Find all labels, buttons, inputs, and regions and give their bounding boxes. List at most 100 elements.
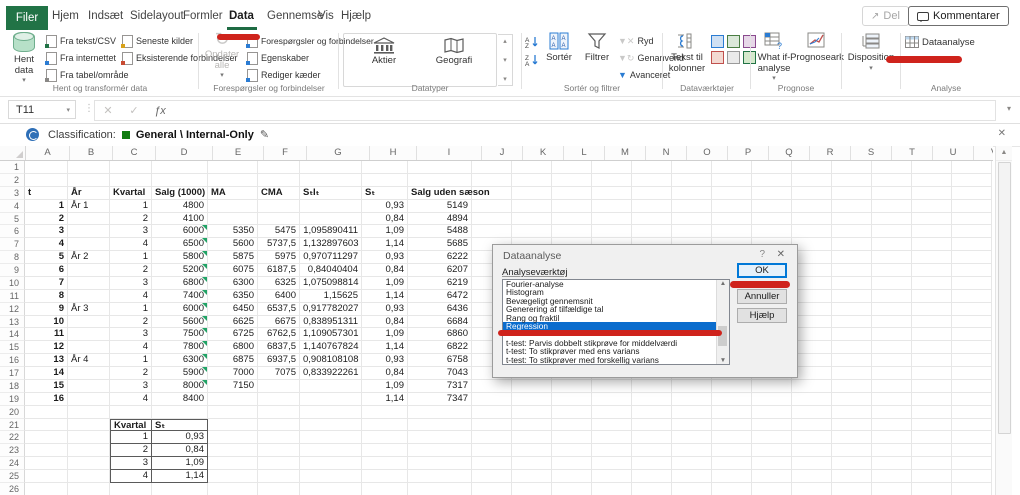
cell[interactable] [672,161,712,174]
cell[interactable] [792,328,832,342]
column-header[interactable]: J [482,146,523,160]
cell[interactable] [952,199,992,213]
cell[interactable] [792,315,832,329]
row-header[interactable]: 25 [0,470,25,483]
cell[interactable] [792,341,832,355]
cell[interactable] [300,431,362,445]
cell[interactable] [408,405,472,419]
cell[interactable] [712,161,752,174]
cell[interactable] [592,173,632,187]
row-header[interactable]: 15 [0,341,25,355]
cell[interactable] [872,482,912,495]
cell[interactable] [752,161,792,174]
column-header[interactable]: H [370,146,417,160]
cell[interactable] [208,405,258,419]
cell[interactable] [300,212,362,226]
cell[interactable]: 4 [110,238,152,252]
cell[interactable]: 6075 [208,264,258,277]
cell[interactable] [832,418,872,432]
cell[interactable]: 1,140767824 [300,341,362,355]
cell[interactable] [752,482,792,495]
cell[interactable]: 6000 [152,302,208,316]
tab-gennemse[interactable]: Gennemse [267,10,323,22]
cell[interactable] [952,418,992,432]
cell[interactable] [792,418,832,432]
cell[interactable]: 2 [110,264,152,277]
cell[interactable] [208,470,258,483]
cell[interactable]: 11 [25,328,68,342]
cell[interactable]: 1 [25,199,68,213]
cell[interactable] [672,379,712,393]
cell[interactable] [68,276,110,290]
cell[interactable]: 6 [25,264,68,277]
cell[interactable] [872,225,912,239]
cell[interactable] [792,251,832,264]
dialog-close-icon[interactable]: ✕ [777,249,785,260]
cell[interactable] [952,161,992,174]
cancel-entry-icon[interactable]: ✕ [95,104,121,117]
cell[interactable] [592,444,632,458]
cell[interactable] [912,379,952,393]
cell[interactable]: 4894 [408,212,472,226]
cell[interactable] [552,431,592,445]
cell[interactable] [952,276,992,290]
column-header[interactable]: V [974,146,993,160]
cell[interactable] [300,444,362,458]
cell[interactable]: 6675 [258,315,300,329]
cell[interactable]: Salg uden sæson [408,186,490,200]
column-header[interactable]: F [264,146,307,160]
list-scrollbar-thumb[interactable] [718,326,727,346]
row-header[interactable]: 26 [0,482,25,495]
cell[interactable] [258,470,300,483]
cell[interactable] [25,457,68,470]
sort-az-icon[interactable]: AZ [525,36,539,48]
cell[interactable]: 6800 [152,276,208,290]
cell[interactable] [672,225,712,239]
cell[interactable] [362,173,408,187]
list-scrollbar[interactable]: ▲ ▼ [716,280,729,364]
cell[interactable] [912,367,952,380]
cell[interactable] [68,173,110,187]
cell[interactable]: 7075 [258,367,300,380]
cell[interactable] [552,161,592,174]
cell[interactable] [912,161,952,174]
cell[interactable] [512,379,552,393]
cell[interactable] [832,315,872,329]
row-header[interactable]: 14 [0,328,25,342]
cell[interactable] [300,392,362,406]
cell[interactable] [752,199,792,213]
cell[interactable] [832,482,872,495]
cell[interactable] [752,470,792,483]
cell[interactable] [68,418,110,432]
cell[interactable] [712,470,752,483]
stocks-button[interactable]: Aktier [352,37,416,66]
cell[interactable] [300,173,362,187]
cell[interactable]: 6875 [208,354,258,367]
cell[interactable] [952,470,992,483]
row-header[interactable]: 10 [0,276,25,290]
cell[interactable] [472,418,512,432]
cell[interactable]: 6219 [408,276,472,290]
cell[interactable] [952,341,992,355]
cell[interactable] [68,392,110,406]
cell[interactable] [912,238,952,252]
cell[interactable] [68,238,110,252]
tab-hjaelp[interactable]: Hjælp [341,10,371,22]
cell[interactable] [872,379,912,393]
cell[interactable] [208,457,258,470]
recent-sources-button[interactable]: Seneste kilder [121,34,193,48]
cell[interactable] [792,186,832,200]
cell[interactable]: 2 [25,212,68,226]
cell[interactable]: År 4 [68,354,110,367]
cell[interactable] [872,302,912,316]
cell[interactable] [952,315,992,329]
cell[interactable] [408,470,472,483]
cell[interactable]: 5200 [152,264,208,277]
column-header[interactable]: D [156,146,213,160]
cell[interactable] [712,225,752,239]
cell[interactable] [512,212,552,226]
cell[interactable] [952,186,992,200]
confirm-entry-icon[interactable]: ✓ [121,104,147,117]
cell[interactable]: 0,93 [152,431,208,445]
cell[interactable] [552,199,592,213]
